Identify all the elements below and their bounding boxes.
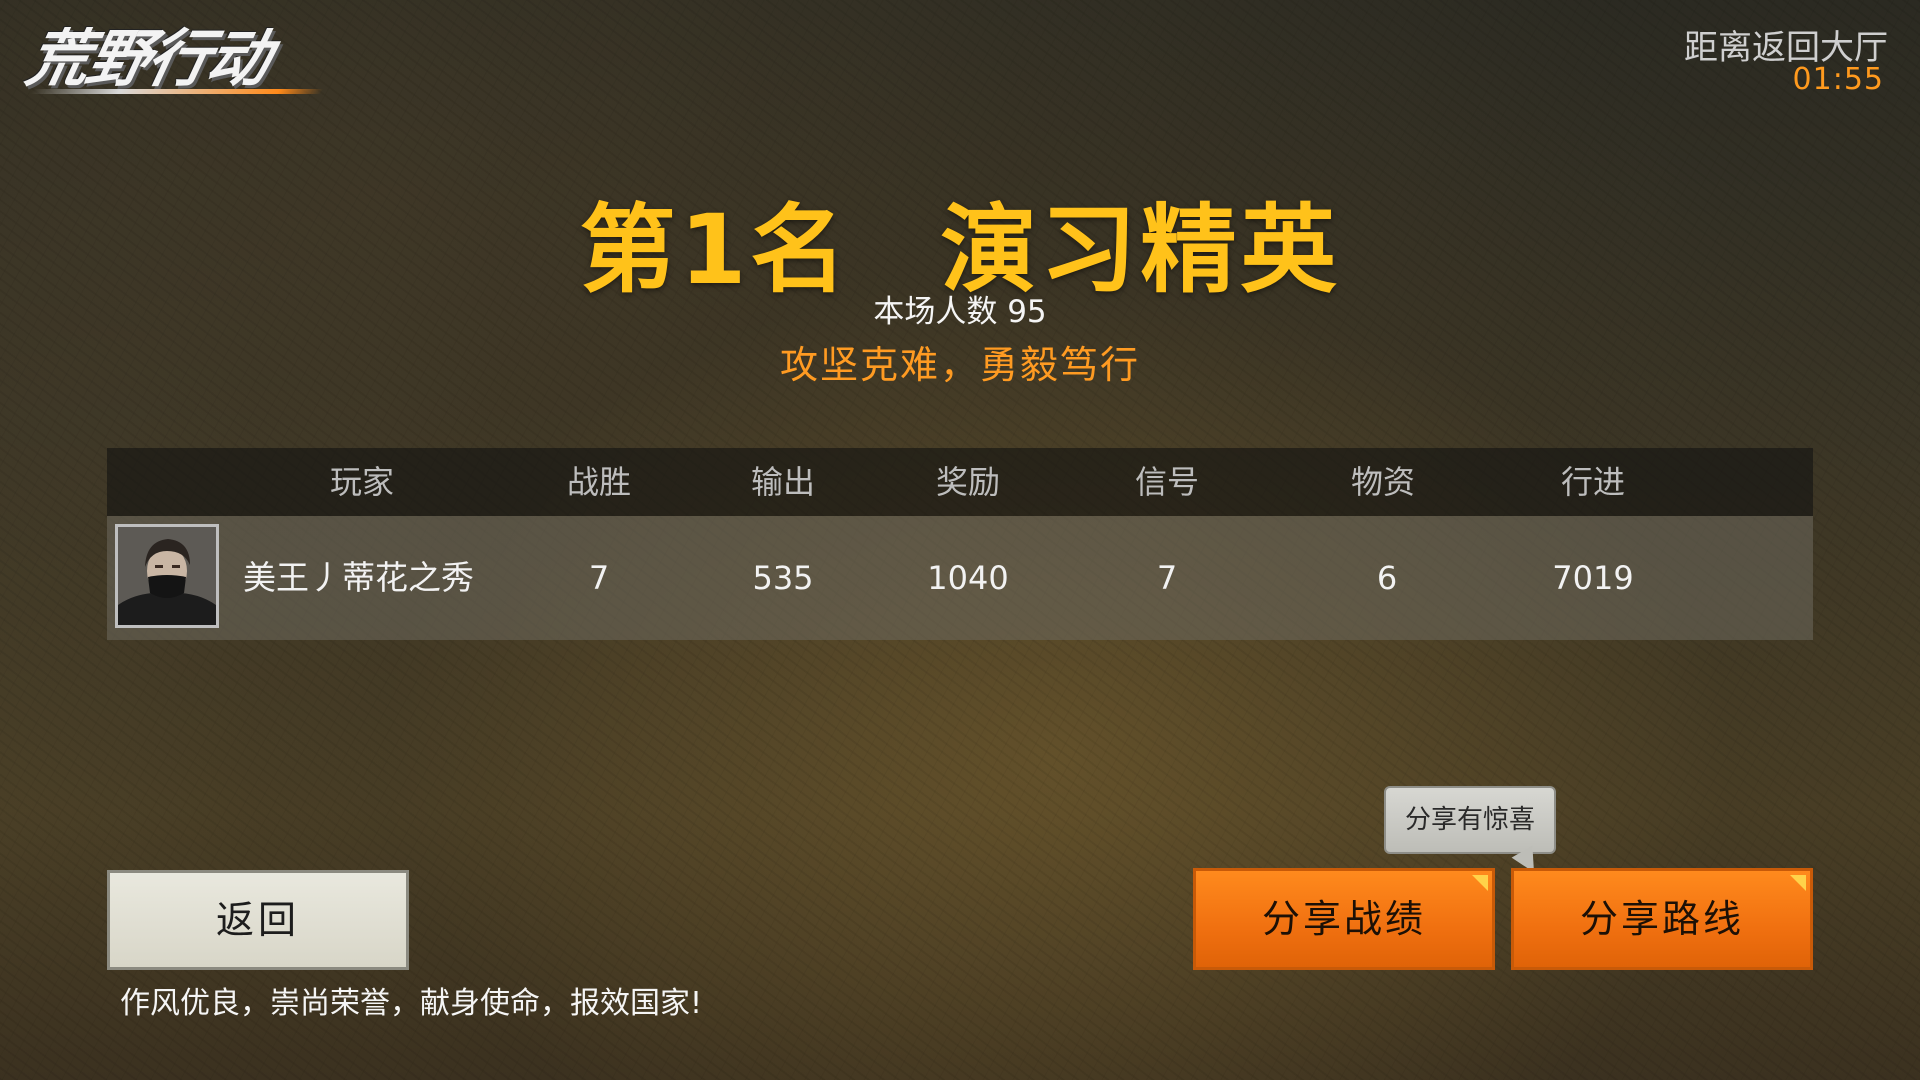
- header-reward: 奖励: [935, 463, 1001, 501]
- share-route-label: 分享路线: [1579, 897, 1744, 941]
- logo-swoosh: [30, 89, 324, 94]
- table-row: 美王丿蒂花之秀 7 535 1040 7 6 7019: [107, 516, 1813, 640]
- share-route-button[interactable]: 分享路线: [1511, 868, 1813, 970]
- corner-mark-icon: [1472, 875, 1488, 891]
- header-distance: 行进: [1560, 463, 1626, 501]
- game-logo-text: 荒野行动: [20, 22, 276, 95]
- back-button[interactable]: 返回: [107, 870, 409, 970]
- share-tooltip-text: 分享有惊喜: [1404, 805, 1535, 835]
- player-count: 本场人数 95: [873, 294, 1047, 330]
- header-signal: 信号: [1134, 463, 1200, 501]
- cell-distance: 7019: [1552, 559, 1634, 597]
- header-damage: 输出: [750, 463, 816, 501]
- share-stats-button[interactable]: 分享战绩: [1193, 868, 1495, 970]
- slogan-text: 作风优良，崇尚荣誉，献身使命，报效国家!: [120, 986, 703, 1021]
- cell-supplies: 6: [1376, 559, 1398, 597]
- game-logo: 荒野行动: [20, 18, 328, 100]
- player-name: 美王丿蒂花之秀: [243, 558, 474, 597]
- header-player: 玩家: [329, 463, 395, 501]
- cell-signal: 7: [1156, 559, 1178, 597]
- header-wins: 战胜: [566, 463, 632, 501]
- cell-reward: 1040: [927, 559, 1009, 597]
- cell-damage: 535: [752, 559, 814, 597]
- share-tooltip: 分享有惊喜: [1384, 786, 1556, 879]
- corner-mark-icon: [1790, 875, 1806, 891]
- result-motto: 攻坚克难，勇毅笃行: [779, 343, 1140, 387]
- share-stats-label: 分享战绩: [1261, 897, 1426, 941]
- header-supplies: 物资: [1350, 463, 1416, 501]
- stats-table-header: 玩家 战胜 输出 奖励 信号 物资 行进: [107, 448, 1813, 516]
- stats-table: 玩家 战胜 输出 奖励 信号 物资 行进 美王丿蒂花之秀 7 535 1040 …: [107, 448, 1813, 640]
- player-portrait-icon: [118, 527, 216, 625]
- avatar[interactable]: [115, 524, 219, 628]
- return-lobby-countdown: 01:55: [1792, 62, 1884, 97]
- cell-wins: 7: [588, 559, 610, 597]
